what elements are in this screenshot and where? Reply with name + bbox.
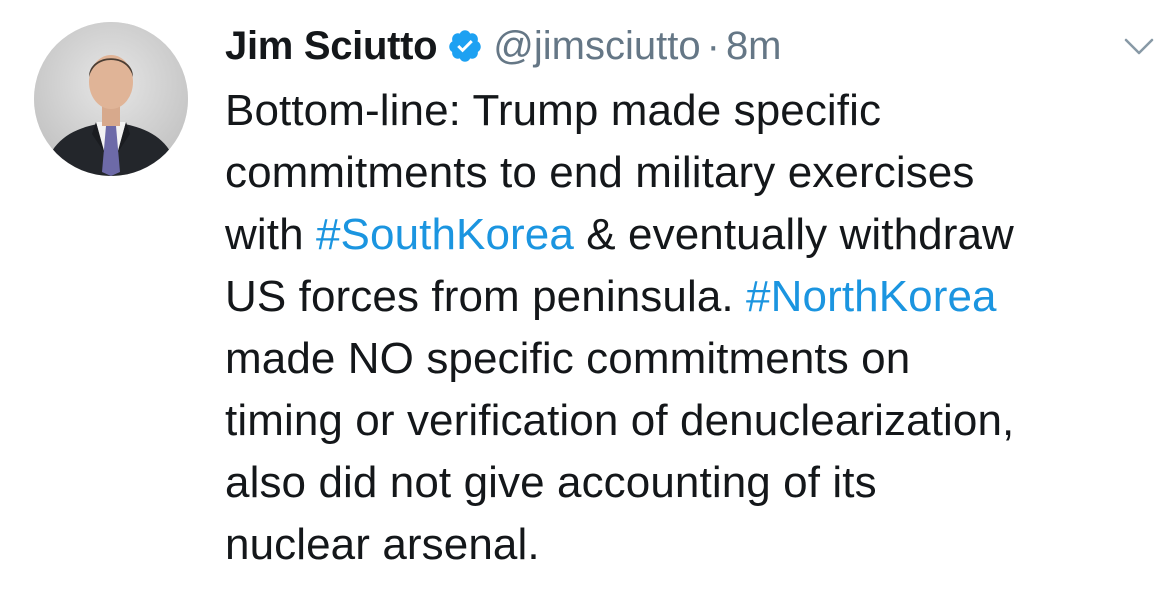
tweet-text-segment: Bottom-line: Trump made specific bbox=[225, 86, 882, 135]
verified-badge-icon bbox=[447, 28, 483, 64]
separator-dot: · bbox=[706, 23, 720, 68]
tweet-card: Jim Sciutto @jimsciutto · 8m Bottom-line… bbox=[0, 0, 1161, 601]
tweet-text-segment: timing or verification of denuclearizati… bbox=[225, 396, 1015, 445]
tweet-text: Bottom-line: Trump made specific commitm… bbox=[225, 80, 1155, 576]
tweet-text-line: Bottom-line: Trump made specific bbox=[225, 80, 1155, 142]
chevron-down-icon[interactable] bbox=[1122, 34, 1156, 58]
tweet-text-segment: with bbox=[225, 210, 316, 259]
tweet-text-line: timing or verification of denuclearizati… bbox=[225, 390, 1155, 452]
tweet-text-line: made NO specific commitments on bbox=[225, 328, 1155, 390]
tweet-text-segment: nuclear arsenal. bbox=[225, 520, 540, 569]
tweet-text-line: with #SouthKorea & eventually withdraw bbox=[225, 204, 1155, 266]
avatar-photo bbox=[34, 22, 188, 176]
tweet-text-line: US forces from peninsula. #NorthKorea bbox=[225, 266, 1155, 328]
author-display-name[interactable]: Jim Sciutto bbox=[225, 24, 438, 69]
tweet-text-segment: commitments to end military exercises bbox=[225, 148, 975, 197]
tweet-text-line: also did not give accounting of its bbox=[225, 452, 1155, 514]
tweet-header: Jim Sciutto @jimsciutto · 8m bbox=[225, 18, 782, 74]
avatar[interactable] bbox=[34, 22, 188, 176]
tweet-timestamp[interactable]: 8m bbox=[726, 24, 782, 69]
tweet-text-line: commitments to end military exercises bbox=[225, 142, 1155, 204]
hashtag-link-northkorea[interactable]: #NorthKorea bbox=[746, 272, 997, 321]
tweet-text-line: nuclear arsenal. bbox=[225, 514, 1155, 576]
tweet-text-segment: & eventually withdraw bbox=[573, 210, 1014, 259]
hashtag-link-southkorea[interactable]: #SouthKorea bbox=[316, 210, 574, 259]
tweet-text-segment: also did not give accounting of its bbox=[225, 458, 877, 507]
author-handle[interactable]: @jimsciutto bbox=[493, 24, 700, 69]
tweet-text-segment: US forces from peninsula. bbox=[225, 272, 747, 321]
tweet-text-segment: made NO specific commitments on bbox=[225, 334, 911, 383]
